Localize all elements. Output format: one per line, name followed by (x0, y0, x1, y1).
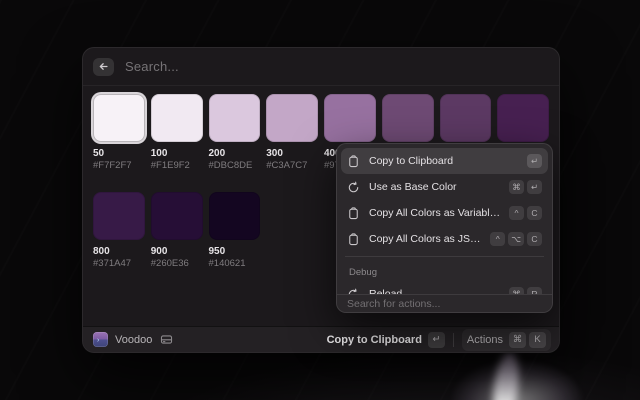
back-button[interactable] (93, 58, 114, 76)
color-swatch-200[interactable] (209, 94, 261, 142)
color-swatch-6[interactable] (440, 94, 492, 142)
swatch-weight-label: 950 (209, 246, 261, 258)
swatch-weight-label: 200 (209, 148, 261, 160)
swatch-hex-label: #F7F2F7 (93, 160, 145, 172)
key-badge: ⌘ (509, 180, 524, 194)
menu-item-copy-all-colors-as-variable-declara[interactable]: Copy All Colors as Variable Declara... ^C (341, 200, 548, 226)
palette-cell: 100#F1E9F2 (151, 94, 203, 172)
clipboard-icon (347, 207, 360, 220)
swatch-hex-label: #260E36 (151, 258, 203, 270)
key-badge: ⌘ (509, 332, 526, 348)
key-badge: ⌘ (509, 287, 524, 294)
menu-item-label: Copy to Clipboard (369, 155, 521, 167)
search-bar: Search... (83, 48, 559, 86)
key-badge: C (527, 206, 542, 220)
status-bar: › Voodoo Copy to Clipboard ↵ Actions ⌘K (83, 326, 559, 352)
color-swatch-800[interactable] (93, 192, 145, 240)
status-bar-divider (453, 333, 454, 347)
key-badge: ^ (509, 206, 524, 220)
key-badge: ↵ (527, 154, 542, 168)
swatch-weight-label: 100 (151, 148, 203, 160)
key-badge: K (529, 332, 546, 348)
palette-cell: 950#140621 (209, 192, 261, 270)
menu-divider (345, 256, 544, 257)
palette-cell: 50#F7F2F7 (93, 94, 145, 172)
color-swatch-50[interactable] (93, 94, 145, 142)
key-badge: ^ (490, 232, 505, 246)
actions-menu-list: Copy to Clipboard↵Use as Base Color⌘↵Cop… (341, 148, 548, 294)
menu-item-label: Copy All Colors as Variable Declara... (369, 207, 503, 219)
key-badge: ⌥ (508, 232, 524, 246)
actions-search-input[interactable]: Search for actions... (337, 294, 552, 312)
menu-item-shortcuts: ⌘R (509, 287, 542, 294)
menu-item-reload[interactable]: Reload⌘R (341, 281, 548, 294)
menu-item-shortcuts: ⌘↵ (509, 180, 542, 194)
key-badge: ↵ (527, 180, 542, 194)
clipboard-icon (347, 233, 360, 246)
menu-item-shortcuts: ^C (509, 206, 542, 220)
arrow-left-icon (98, 61, 109, 72)
actions-menu: Copy to Clipboard↵Use as Base Color⌘↵Cop… (336, 143, 553, 313)
menu-item-shortcuts: ^⌥C (490, 232, 542, 246)
menu-item-label: Copy All Colors as JSON (369, 233, 484, 245)
actions-button[interactable]: Actions ⌘K (462, 329, 551, 351)
color-swatch-950[interactable] (209, 192, 261, 240)
color-swatch-400[interactable] (324, 94, 376, 142)
palette-cell: 900#260E36 (151, 192, 203, 270)
actions-label: Actions (467, 334, 503, 346)
color-swatch-5[interactable] (382, 94, 434, 142)
menu-item-copy-to-clipboard[interactable]: Copy to Clipboard ↵ (341, 148, 548, 174)
primary-action-label: Copy to Clipboard (327, 334, 422, 346)
color-swatch-100[interactable] (151, 94, 203, 142)
return-key-badge: ↵ (428, 332, 445, 348)
voodoo-app-icon: › (93, 332, 108, 347)
color-swatch-7[interactable] (497, 94, 549, 142)
menu-item-shortcuts: ↵ (527, 154, 542, 168)
key-badge: C (527, 232, 542, 246)
color-swatch-300[interactable] (266, 94, 318, 142)
color-swatch-900[interactable] (151, 192, 203, 240)
key-badge: R (527, 287, 542, 294)
search-input[interactable]: Search... (125, 59, 179, 74)
swatch-hex-label: #371A47 (93, 258, 145, 270)
swatch-hex-label: #C3A7C7 (266, 160, 318, 172)
clipboard-icon (347, 155, 360, 168)
extension-name: Voodoo (115, 334, 152, 346)
palette-cell: 300#C3A7C7 (266, 94, 318, 172)
swatch-hex-label: #140621 (209, 258, 261, 270)
primary-action-button[interactable]: Copy to Clipboard ↵ (327, 332, 445, 348)
swatch-weight-label: 300 (266, 148, 318, 160)
actions-keys: ⌘K (509, 332, 546, 348)
rotate-icon (347, 181, 360, 194)
swatch-hex-label: #F1E9F2 (151, 160, 203, 172)
menu-item-label: Use as Base Color (369, 181, 503, 193)
menu-section-debug: Debug (341, 261, 548, 281)
menu-item-use-as-base-color[interactable]: Use as Base Color ⌘↵ (341, 174, 548, 200)
hard-drive-icon (160, 333, 173, 346)
desktop-wallpaper: Search... 50#F7F2F7100#F1E9F2200#DBC8DE3… (0, 0, 640, 400)
swatch-weight-label: 800 (93, 246, 145, 258)
palette-cell: 800#371A47 (93, 192, 145, 270)
palette-cell: 200#DBC8DE (209, 94, 261, 172)
swatch-hex-label: #DBC8DE (209, 160, 261, 172)
menu-item-copy-all-colors-as-json[interactable]: Copy All Colors as JSON ^⌥C (341, 226, 548, 252)
swatch-weight-label: 50 (93, 148, 145, 160)
swatch-weight-label: 900 (151, 246, 203, 258)
